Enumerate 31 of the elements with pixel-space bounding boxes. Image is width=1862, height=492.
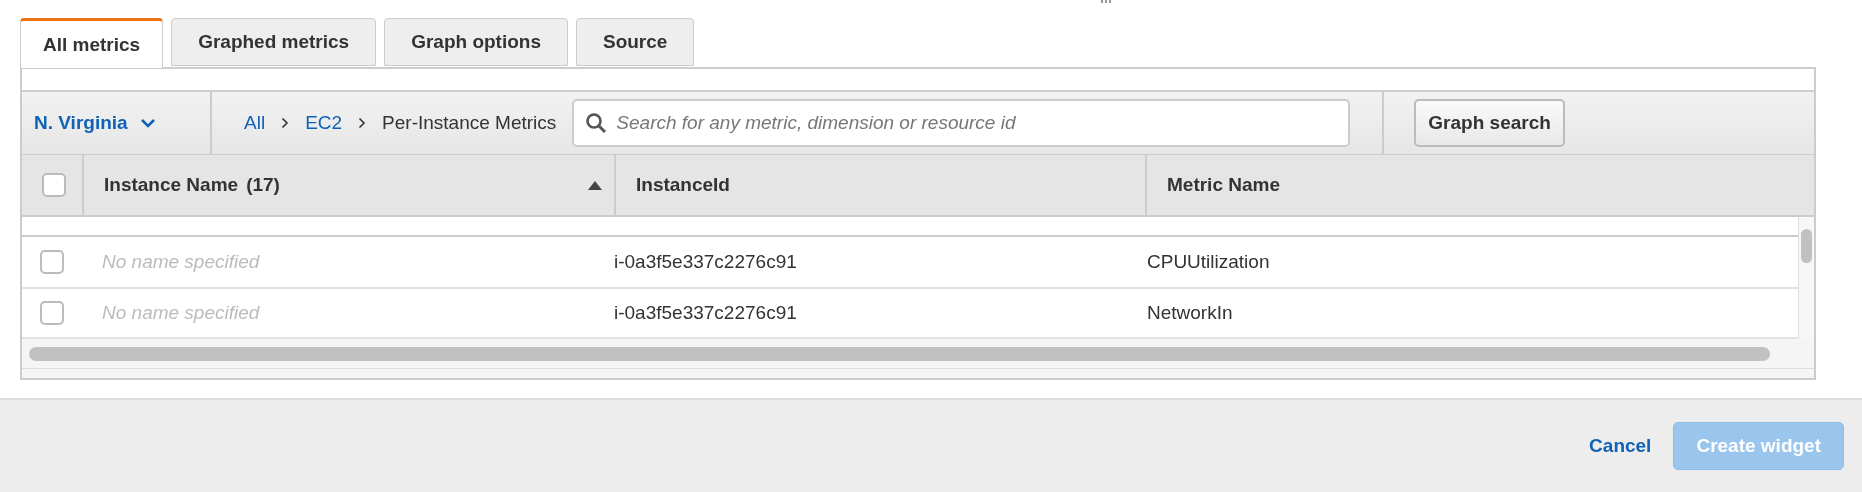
tab[interactable]: Graphed metrics [171, 18, 377, 66]
breadcrumb-link[interactable]: EC2 [305, 112, 343, 134]
graph-search-button[interactable]: Graph search [1414, 99, 1565, 147]
horizontal-scrollbar[interactable] [22, 339, 1814, 369]
breadcrumb-current: Per-Instance Metrics [382, 112, 557, 134]
sort-ascending-icon[interactable] [588, 180, 602, 190]
row-checkbox[interactable] [40, 301, 64, 325]
tab[interactable]: All metrics [20, 18, 164, 68]
vertical-scrollbar[interactable] [1798, 217, 1814, 339]
chevron-right-icon [281, 117, 290, 129]
table-cell-text: i-0a3f5e337c2276c91 [614, 251, 798, 273]
row-checkbox[interactable] [40, 250, 64, 274]
cancel-link[interactable]: Cancel [1589, 435, 1652, 457]
table-cell-text: i-0a3f5e337c2276c91 [614, 302, 798, 324]
column-header[interactable]: Metric Name [1167, 174, 1280, 196]
tab[interactable]: Source [576, 18, 695, 66]
chevron-right-icon [358, 117, 367, 129]
drag-handle-icon[interactable] [1101, 0, 1111, 4]
column-count: (17) [246, 174, 280, 196]
table-cell-text: CPUUtilization [1146, 251, 1271, 273]
search-field[interactable]: Search for any metric, dimension or resource id [572, 99, 1351, 147]
column-header[interactable]: Instance Name [104, 174, 239, 196]
search-icon [585, 112, 608, 134]
tab[interactable]: Graph options [384, 18, 568, 66]
table-cell-text: NetworkIn [1146, 302, 1234, 324]
column-header[interactable]: InstanceId [636, 174, 730, 196]
table-cell-text: No name specified [101, 251, 261, 273]
chevron-down-icon [139, 118, 156, 128]
select-all-checkbox[interactable] [42, 173, 66, 197]
breadcrumb-link[interactable]: All [244, 112, 266, 134]
table-cell-text: No name specified [101, 302, 261, 324]
